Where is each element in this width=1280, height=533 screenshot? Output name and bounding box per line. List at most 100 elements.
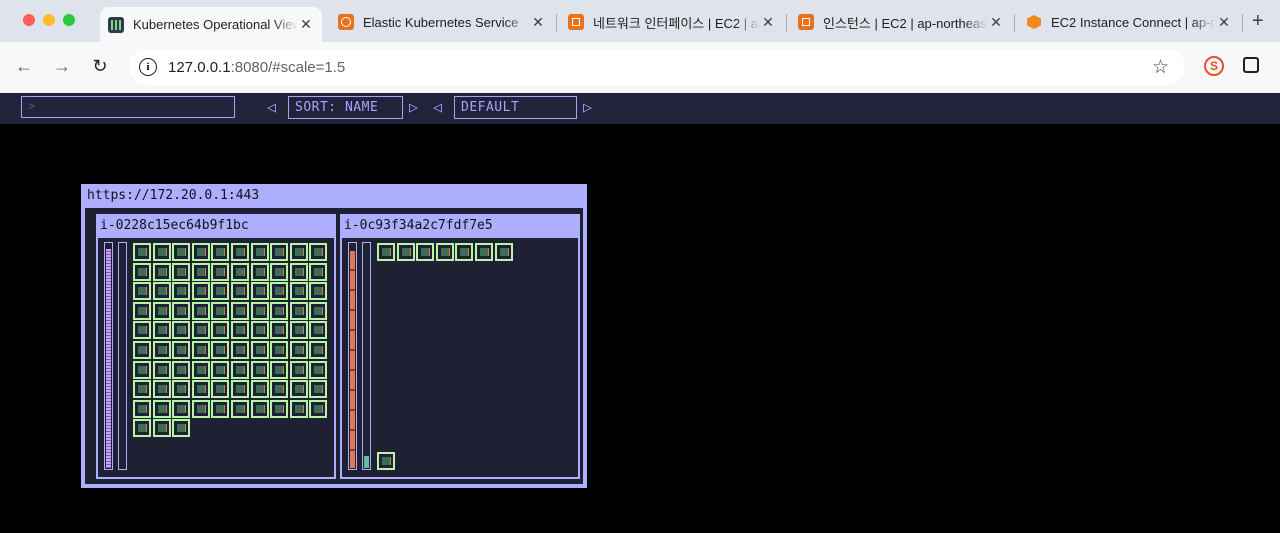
- pod-square[interactable]: [309, 360, 328, 379]
- sort-next-arrow-icon[interactable]: ▷: [409, 98, 418, 116]
- pod-square[interactable]: [396, 243, 415, 261]
- pod-square[interactable]: [309, 321, 328, 340]
- pod-square[interactable]: [289, 380, 308, 399]
- pod-square[interactable]: [172, 262, 191, 281]
- pod-square[interactable]: [191, 321, 210, 340]
- pod-square[interactable]: [270, 282, 289, 301]
- pod-square[interactable]: [133, 282, 151, 301]
- pod-square[interactable]: [309, 340, 328, 359]
- pod-square[interactable]: [133, 399, 151, 418]
- window-close-button[interactable]: [23, 14, 35, 26]
- pod-square[interactable]: [250, 301, 269, 320]
- pod-square[interactable]: [211, 380, 230, 399]
- pod-square[interactable]: [289, 301, 308, 320]
- pod-square[interactable]: [474, 243, 493, 261]
- pod-square[interactable]: [211, 301, 230, 320]
- pod-square[interactable]: [133, 262, 151, 281]
- extension-s-icon[interactable]: S: [1204, 56, 1224, 76]
- pod-square[interactable]: [152, 399, 171, 418]
- pod-square[interactable]: [191, 360, 210, 379]
- pod-square[interactable]: [191, 380, 210, 399]
- pod-square[interactable]: [172, 243, 191, 261]
- pod-square[interactable]: [152, 262, 171, 281]
- cluster-box[interactable]: https://172.20.0.1:443 i-0228c15ec64b9f1…: [81, 184, 587, 488]
- browser-tab-2[interactable]: Elastic Kubernetes Service ✕: [330, 7, 554, 37]
- pod-square[interactable]: [172, 380, 191, 399]
- extensions-puzzle-icon[interactable]: [1243, 57, 1259, 73]
- browser-tab-5[interactable]: EC2 Instance Connect | ap-northeast-2 ✕: [1018, 7, 1240, 37]
- pod-square[interactable]: [270, 399, 289, 418]
- filter-input[interactable]: >: [21, 96, 235, 118]
- pod-square[interactable]: [250, 243, 269, 261]
- pod-square[interactable]: [211, 243, 230, 261]
- pod-square[interactable]: [377, 452, 395, 470]
- pod-square[interactable]: [230, 340, 249, 359]
- pod-square[interactable]: [289, 282, 308, 301]
- pod-square[interactable]: [289, 243, 308, 261]
- pod-square[interactable]: [172, 399, 191, 418]
- pod-square[interactable]: [172, 321, 191, 340]
- window-minimize-button[interactable]: [43, 14, 55, 26]
- pod-square[interactable]: [211, 321, 230, 340]
- pod-square[interactable]: [172, 419, 191, 438]
- forward-arrow-icon[interactable]: →: [51, 56, 73, 77]
- pod-square[interactable]: [289, 340, 308, 359]
- pod-square[interactable]: [211, 399, 230, 418]
- tab-close-icon[interactable]: ✕: [760, 14, 776, 31]
- pod-square[interactable]: [230, 301, 249, 320]
- sort-prev-arrow-icon[interactable]: ◁: [267, 98, 276, 116]
- new-tab-plus-icon[interactable]: +: [1252, 10, 1264, 33]
- pod-square[interactable]: [309, 399, 328, 418]
- pod-square[interactable]: [172, 340, 191, 359]
- site-info-icon[interactable]: i: [139, 58, 157, 76]
- pod-square[interactable]: [172, 282, 191, 301]
- pod-square[interactable]: [270, 262, 289, 281]
- pod-square[interactable]: [152, 360, 171, 379]
- pod-square[interactable]: [494, 243, 513, 261]
- pod-square[interactable]: [250, 399, 269, 418]
- pod-square[interactable]: [435, 243, 454, 261]
- pod-square[interactable]: [152, 243, 171, 261]
- tab-close-icon[interactable]: ✕: [298, 16, 314, 33]
- tab-close-icon[interactable]: ✕: [530, 14, 546, 31]
- pod-square[interactable]: [230, 282, 249, 301]
- pod-square[interactable]: [211, 360, 230, 379]
- pod-square[interactable]: [172, 360, 191, 379]
- pod-square[interactable]: [152, 282, 171, 301]
- pod-square[interactable]: [230, 360, 249, 379]
- pod-square[interactable]: [270, 321, 289, 340]
- pod-square[interactable]: [133, 321, 151, 340]
- window-maximize-button[interactable]: [63, 14, 75, 26]
- pod-square[interactable]: [377, 243, 395, 261]
- pod-square[interactable]: [289, 321, 308, 340]
- pod-square[interactable]: [230, 380, 249, 399]
- node-box[interactable]: i-0228c15ec64b9f1bc: [96, 214, 336, 479]
- pod-square[interactable]: [250, 340, 269, 359]
- pod-square[interactable]: [230, 262, 249, 281]
- pod-square[interactable]: [191, 340, 210, 359]
- pod-square[interactable]: [309, 301, 328, 320]
- pod-square[interactable]: [230, 243, 249, 261]
- pod-square[interactable]: [191, 282, 210, 301]
- pod-square[interactable]: [172, 301, 191, 320]
- pod-square[interactable]: [191, 399, 210, 418]
- pod-square[interactable]: [289, 262, 308, 281]
- url-text[interactable]: 127.0.0.1:8080/#scale=1.5: [168, 59, 345, 76]
- address-bar[interactable]: i 127.0.0.1:8080/#scale=1.5 ☆: [129, 49, 1185, 85]
- node-box[interactable]: i-0c93f34a2c7fdf7e5: [340, 214, 580, 479]
- browser-tab-3[interactable]: 네트워크 인터페이스 | EC2 | ap-northeast-2 ✕: [560, 7, 784, 37]
- back-arrow-icon[interactable]: ←: [13, 56, 35, 77]
- pod-square[interactable]: [191, 301, 210, 320]
- pod-square[interactable]: [289, 399, 308, 418]
- pod-square[interactable]: [309, 380, 328, 399]
- pod-square[interactable]: [270, 360, 289, 379]
- sort-selector[interactable]: SORT: NAME: [288, 96, 403, 119]
- pod-square[interactable]: [133, 419, 151, 438]
- pod-square[interactable]: [211, 262, 230, 281]
- pod-square[interactable]: [250, 321, 269, 340]
- pod-square[interactable]: [250, 282, 269, 301]
- pod-square[interactable]: [211, 282, 230, 301]
- pod-square[interactable]: [191, 262, 210, 281]
- bookmark-star-icon[interactable]: ☆: [1152, 56, 1169, 79]
- pod-square[interactable]: [152, 380, 171, 399]
